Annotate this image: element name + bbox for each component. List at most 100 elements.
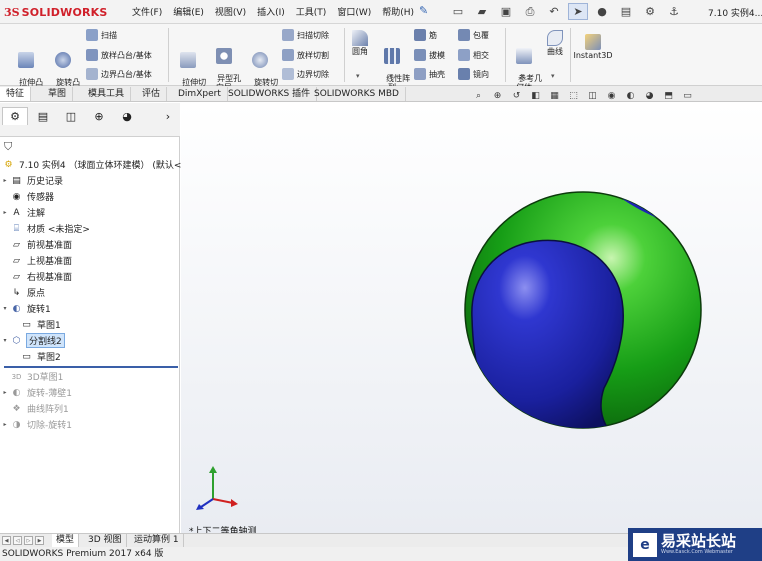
previous-view-icon[interactable]: ↺ xyxy=(508,89,525,102)
tree-item-front-plane[interactable]: ▱ 前视基准面 xyxy=(0,237,72,252)
expand-arrow-icon[interactable]: ▸ xyxy=(0,209,10,216)
boundary-boss-button[interactable]: 边界凸台/基体 xyxy=(86,67,152,81)
panel-scroll-right-icon[interactable]: › xyxy=(160,107,176,125)
expand-arrow-icon[interactable]: ▸ xyxy=(0,389,10,396)
first-tab-icon[interactable]: ◀ xyxy=(2,536,11,545)
filter-icon[interactable]: ⛉ xyxy=(4,140,12,154)
menu-help[interactable]: 帮助(H) xyxy=(382,5,414,18)
expand-arrow-icon[interactable]: ▸ xyxy=(0,421,10,428)
tab-3d-views[interactable]: 3D 视图 xyxy=(84,534,127,547)
expand-arrow-icon[interactable]: ▸ xyxy=(0,177,10,184)
tree-item-sketch2[interactable]: ▭ 草图2 xyxy=(20,349,61,364)
options-gear-icon[interactable]: ⚙ xyxy=(640,3,660,20)
dimxpert-manager-tab-icon[interactable]: ⊕ xyxy=(86,107,112,125)
zoom-area-icon[interactable]: ⊕ xyxy=(489,89,506,102)
configuration-manager-tab-icon[interactable]: ◫ xyxy=(58,107,84,125)
hide-show-items-icon[interactable]: ◉ xyxy=(603,89,620,102)
swept-cut-button[interactable]: 扫描切除 xyxy=(282,28,329,42)
tree-item-split-line2[interactable]: ▾ ⬡ 分割线2 xyxy=(0,333,65,348)
sketch-icon: ▭ xyxy=(22,319,31,330)
pattern-dropdown-icon[interactable]: ▾ xyxy=(389,72,393,80)
display-style-icon[interactable]: ◫ xyxy=(584,89,601,102)
menu-file[interactable]: 文件(F) xyxy=(132,5,162,18)
traffic-light-icon[interactable]: ● xyxy=(592,3,612,20)
property-manager-tab-icon[interactable]: ▤ xyxy=(30,107,56,125)
menu-tools[interactable]: 工具(T) xyxy=(296,5,327,18)
view-settings-icon[interactable]: ⬒ xyxy=(660,89,677,102)
undo-icon[interactable]: ↶ xyxy=(544,3,564,20)
rollback-bar[interactable] xyxy=(4,366,178,368)
monitor-icon[interactable]: ▭ xyxy=(679,89,696,102)
curves-icon xyxy=(547,30,563,46)
curves-dropdown-icon[interactable]: ▾ xyxy=(551,72,555,80)
tree-root[interactable]: ⚙ 7.10 实例4 （球面立体环建模） (默认<< xyxy=(2,157,189,172)
tree-item-right-plane[interactable]: ▱ 右视基准面 xyxy=(0,269,72,284)
lofted-cut-button[interactable]: 放样切割 xyxy=(282,48,329,62)
save-icon[interactable]: ▣ xyxy=(496,3,516,20)
anchor-icon[interactable]: ⚓ xyxy=(664,3,684,20)
collapse-arrow-icon[interactable]: ▾ xyxy=(0,305,10,312)
tree-item-curve-pattern1[interactable]: ❖ 曲线阵列1 xyxy=(0,401,68,416)
tab-features[interactable]: 特征 xyxy=(0,87,32,101)
menu-edit[interactable]: 编辑(E) xyxy=(173,5,204,18)
menu-insert[interactable]: 插入(I) xyxy=(257,5,285,18)
fillet-dropdown-icon[interactable]: ▾ xyxy=(356,72,360,80)
curves-button[interactable]: 曲线 xyxy=(542,30,568,56)
tree-item-annotations[interactable]: ▸ A 注解 xyxy=(0,205,45,220)
tab-evaluate[interactable]: 评估 xyxy=(136,87,168,101)
graphics-viewport[interactable]: *上下二等角轴测 xyxy=(181,103,762,537)
feature-tree-tab-icon[interactable]: ⚙ xyxy=(2,107,28,125)
ref-geometry-dropdown-icon[interactable]: ▾ xyxy=(521,72,525,80)
tree-item-history[interactable]: ▸ ▤ 历史记录 xyxy=(0,173,63,188)
apply-scene-icon[interactable]: ◕ xyxy=(641,89,658,102)
zoom-to-fit-icon[interactable]: ⌕ xyxy=(470,89,487,102)
next-tab-icon[interactable]: ▷ xyxy=(24,536,33,545)
collapse-arrow-icon[interactable]: ▾ xyxy=(0,337,10,344)
tree-item-revolve-thin1[interactable]: ▸ ◐ 旋转-薄壁1 xyxy=(0,385,72,400)
tree-item-3d-sketch1[interactable]: 3D 3D草图1 xyxy=(0,369,64,384)
loft-boss-button[interactable]: 放样凸台/基体 xyxy=(86,48,152,62)
tree-item-top-plane[interactable]: ▱ 上视基准面 xyxy=(0,253,72,268)
intersect-button[interactable]: 相交 xyxy=(458,48,489,62)
mirror-button[interactable]: 镜向 xyxy=(458,67,489,81)
wrap-button[interactable]: 包覆 xyxy=(458,28,489,42)
tree-item-sketch1[interactable]: ▭ 草图1 xyxy=(20,317,61,332)
last-tab-icon[interactable]: ▶ xyxy=(35,536,44,545)
tree-item-cut-revolve1[interactable]: ▸ ◑ 切除-旋转1 xyxy=(0,417,72,432)
select-cursor-icon[interactable]: ➤ xyxy=(568,3,588,20)
split-sphere-model[interactable] xyxy=(464,188,704,432)
section-view-icon[interactable]: ◧ xyxy=(527,89,544,102)
rib-button[interactable]: 筋 xyxy=(414,28,437,42)
dynamic-annotation-icon[interactable]: ▦ xyxy=(546,89,563,102)
view-orientation-icon[interactable]: ⬚ xyxy=(565,89,582,102)
tree-item-origin[interactable]: ↳ 原点 xyxy=(0,285,45,300)
display-manager-tab-icon[interactable]: ◕ xyxy=(114,107,140,125)
fillet-button[interactable]: 圆角 xyxy=(347,30,373,56)
print-icon[interactable]: ⎙ xyxy=(520,3,540,20)
tab-model[interactable]: 模型 xyxy=(52,534,80,547)
pin-icon[interactable]: ✎ xyxy=(419,4,428,17)
tab-solidworks-addins[interactable]: SOLIDWORKS 插件 xyxy=(222,87,318,101)
tab-motion-study-1[interactable]: 运动算例 1 xyxy=(130,534,184,547)
coordinate-triad xyxy=(196,466,238,510)
tab-mold-tools[interactable]: 模具工具 xyxy=(82,87,132,101)
menu-window[interactable]: 窗口(W) xyxy=(337,5,371,18)
edit-appearance-icon[interactable]: ◐ xyxy=(622,89,639,102)
sweep-button[interactable]: 扫描 xyxy=(86,28,117,42)
tab-dimxpert[interactable]: DimXpert xyxy=(172,87,228,101)
shell-button[interactable]: 抽壳 xyxy=(414,67,445,81)
file-properties-icon[interactable]: ▤ xyxy=(616,3,636,20)
tab-solidworks-mbd[interactable]: SOLIDWORKS MBD xyxy=(308,87,406,101)
draft-button[interactable]: 拔模 xyxy=(414,48,445,62)
new-document-icon[interactable]: ▭ xyxy=(448,3,468,20)
tree-item-material[interactable]: ⌸ 材质 <未指定> xyxy=(0,221,90,236)
tab-sketch[interactable]: 草图 xyxy=(42,87,74,101)
open-folder-icon[interactable]: ▰ xyxy=(472,3,492,20)
boundary-cut-button[interactable]: 边界切除 xyxy=(282,67,329,81)
tree-item-revolve1[interactable]: ▾ ◐ 旋转1 xyxy=(0,301,50,316)
menu-view[interactable]: 视图(V) xyxy=(215,5,246,18)
instant3d-button[interactable]: Instant3D xyxy=(572,34,614,60)
prev-tab-icon[interactable]: ◁ xyxy=(13,536,22,545)
tree-item-sensors[interactable]: ◉ 传感器 xyxy=(0,189,54,204)
revolve-boss-icon xyxy=(55,52,71,68)
